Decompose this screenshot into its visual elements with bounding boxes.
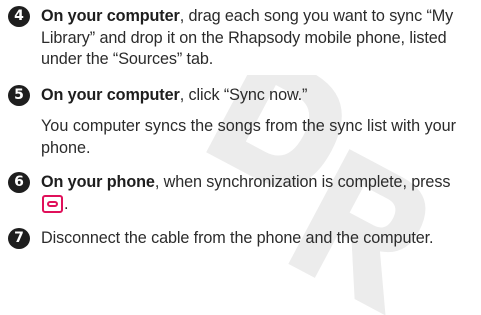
step-text: On your computer, click “Sync now.” [41,85,307,107]
step-text: On your phone, when synchronization is c… [41,172,473,215]
step-5: 5 On your computer, click “Sync now.” [8,84,473,107]
step-emphasis: On your computer [41,85,180,104]
step-emphasis: On your phone [41,173,155,191]
step-5-note: You computer syncs the songs from the sy… [41,117,457,157]
step-body-end: . [64,194,69,213]
step-number-badge: 7 [8,228,30,249]
step-number-badge: 4 [8,6,30,27]
step-emphasis: On your computer [41,7,180,25]
instructions-page: 4 On your computer, drag each song you w… [0,0,481,250]
menu-key-icon [42,194,63,213]
step-text: On your computer, drag each song you wan… [41,6,473,71]
step-number-badge: 6 [8,172,30,193]
step-body: , click “Sync now.” [179,85,308,104]
step-body: , when synchronization is complete, pres… [154,173,451,191]
step-number-badge: 5 [8,84,30,106]
step-6: 6 On your phone, when synchronization is… [8,172,473,215]
step-7: 7 Disconnect the cable from the phone an… [8,228,473,250]
step-4: 4 On your computer, drag each song you w… [8,6,473,71]
step-text: Disconnect the cable from the phone and … [41,229,434,247]
